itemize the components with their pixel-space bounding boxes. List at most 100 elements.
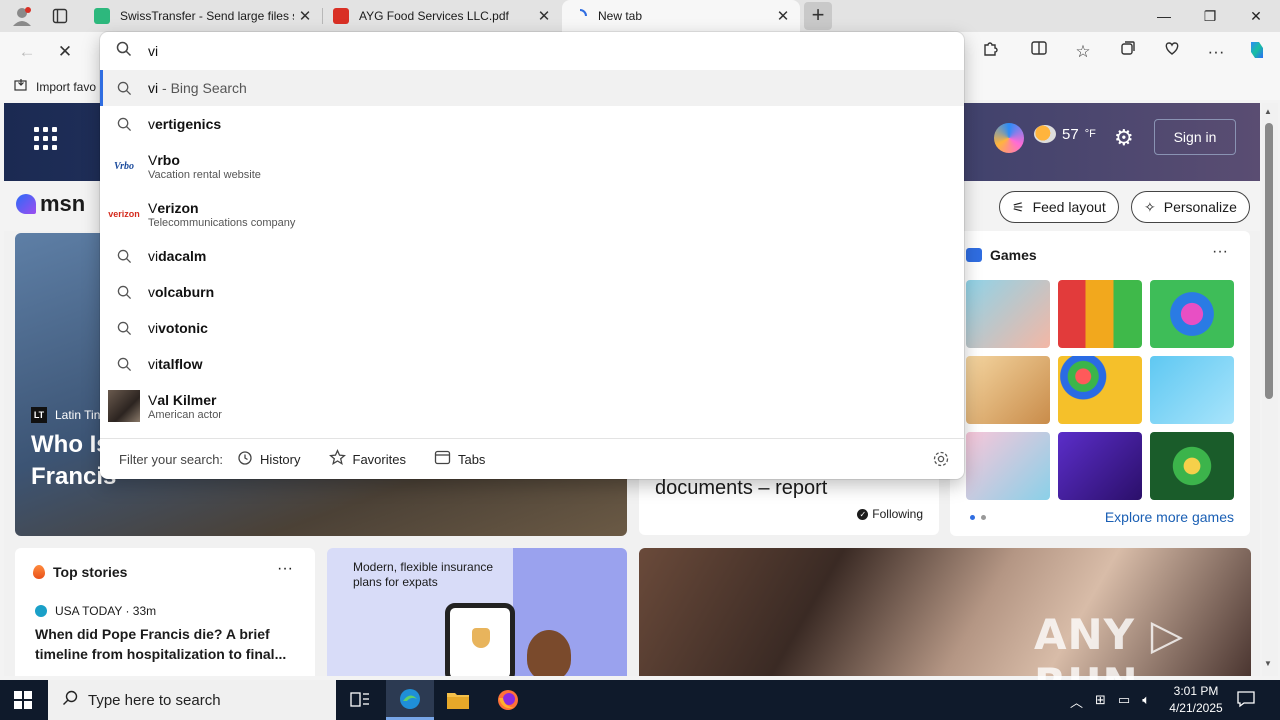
phone-illustration bbox=[445, 603, 515, 676]
taskbar-search-placeholder: Type here to search bbox=[88, 691, 221, 709]
game-tile[interactable] bbox=[1150, 356, 1234, 424]
maximize-button[interactable]: ❐ bbox=[1187, 0, 1233, 32]
profile-icon[interactable] bbox=[10, 4, 34, 28]
taskbar-clock[interactable]: 3:01 PM 4/21/2025 bbox=[1168, 683, 1224, 717]
back-button[interactable]: ← bbox=[12, 38, 42, 66]
firefox-icon[interactable] bbox=[484, 680, 532, 720]
scroll-up-icon[interactable]: ▲ bbox=[1264, 107, 1272, 116]
game-tile[interactable] bbox=[1058, 356, 1142, 424]
filter-tabs-label: Tabs bbox=[457, 451, 486, 467]
suggestion-completion: rbo bbox=[157, 151, 180, 168]
search-settings-gear-icon[interactable] bbox=[932, 450, 950, 471]
extensions-icon[interactable] bbox=[976, 38, 1006, 66]
game-tile[interactable] bbox=[1058, 280, 1142, 348]
game-tile[interactable] bbox=[1150, 280, 1234, 348]
games-more-icon[interactable]: ··· bbox=[1212, 243, 1228, 261]
settings-more-icon[interactable]: ··· bbox=[1201, 38, 1231, 66]
browser-essentials-icon[interactable] bbox=[1157, 38, 1187, 66]
games-grid bbox=[966, 280, 1234, 500]
filter-tabs-button[interactable]: Tabs bbox=[434, 450, 485, 468]
network-icon[interactable]: ▭ bbox=[1118, 692, 1130, 711]
star-icon bbox=[328, 449, 346, 469]
filter-history-button[interactable]: History bbox=[237, 450, 301, 469]
hero-source-name: Latin Tin bbox=[55, 408, 101, 422]
suggestion-completion: dacalm bbox=[158, 248, 207, 264]
tab-ayg-pdf[interactable]: AYG Food Services LLC.pdf ✕ bbox=[323, 0, 561, 32]
game-tile[interactable] bbox=[1058, 432, 1142, 500]
split-screen-icon[interactable] bbox=[1024, 38, 1054, 66]
weather-widget[interactable]: 57 °F bbox=[1034, 125, 1096, 143]
edge-taskbar-icon[interactable] bbox=[386, 680, 434, 720]
search-icon bbox=[100, 285, 148, 300]
suggestion-vivotonic[interactable]: vivotonic bbox=[100, 310, 964, 346]
task-view-icon[interactable] bbox=[336, 680, 384, 720]
ad-text: Modern, flexible insurance plans for exp… bbox=[353, 560, 494, 589]
close-window-button[interactable]: ✕ bbox=[1233, 0, 1279, 32]
tab-swisstransfer[interactable]: SwissTransfer - Send large files se ✕ bbox=[84, 0, 322, 32]
suggestion-typed: V bbox=[148, 391, 158, 408]
tab-close-icon[interactable]: ✕ bbox=[294, 7, 316, 25]
feed-layout-label: Feed layout bbox=[1032, 199, 1106, 215]
scroll-down-icon[interactable]: ▼ bbox=[1264, 659, 1272, 668]
suggestion-verizon[interactable]: verizon Verizon Telecommunications compan… bbox=[100, 190, 964, 238]
top-stories-header: Top stories bbox=[33, 564, 127, 580]
app-launcher-icon[interactable] bbox=[34, 127, 58, 151]
taskbar-search-box[interactable]: Type here to search bbox=[48, 680, 336, 720]
tab-close-icon[interactable]: ✕ bbox=[533, 7, 555, 25]
games-widget: Games ··· Explore more games bbox=[950, 231, 1250, 536]
personalize-button[interactable]: ✧ Personalize bbox=[1131, 191, 1250, 223]
game-tile[interactable] bbox=[966, 432, 1050, 500]
insurance-ad-card[interactable]: Modern, flexible insurance plans for exp… bbox=[327, 548, 627, 676]
filter-favorites-button[interactable]: Favorites bbox=[328, 449, 406, 469]
shield-icon bbox=[472, 628, 490, 648]
suggestion-vitalflow[interactable]: vitalflow bbox=[100, 346, 964, 382]
suggestion-vertigenics[interactable]: vertigenics bbox=[100, 106, 964, 142]
address-bar[interactable] bbox=[100, 32, 964, 70]
story-headline[interactable]: When did Pope Francis die? A brief timel… bbox=[35, 624, 295, 664]
tab-actions-icon[interactable] bbox=[48, 4, 72, 28]
favorites-star-icon[interactable]: ☆ bbox=[1068, 38, 1098, 66]
copilot-icon[interactable] bbox=[1242, 38, 1272, 66]
games-icon bbox=[966, 248, 982, 262]
volume-icon[interactable]: 🔈︎ bbox=[1142, 692, 1150, 711]
file-explorer-icon[interactable] bbox=[434, 680, 482, 720]
game-tile[interactable] bbox=[966, 280, 1050, 348]
address-bar-dropdown: vi - Bing Search vertigenics Vrbo VrboVa… bbox=[100, 32, 964, 479]
page-settings-gear-icon[interactable]: ⚙ bbox=[1114, 125, 1134, 151]
suggestion-vidacalm[interactable]: vidacalm bbox=[100, 238, 964, 274]
top-stories-title: Top stories bbox=[53, 564, 128, 580]
import-favorites-button[interactable]: Import favo bbox=[14, 78, 96, 95]
sign-in-button[interactable]: Sign in bbox=[1154, 119, 1236, 155]
game-tile[interactable] bbox=[966, 356, 1050, 424]
scrollbar-thumb[interactable] bbox=[1265, 123, 1273, 399]
suggestion-typed: v bbox=[148, 116, 155, 132]
msn-logo[interactable]: msn bbox=[16, 191, 85, 217]
feed-layout-button[interactable]: ⚟ Feed layout bbox=[999, 191, 1119, 223]
filter-label: Filter your search: bbox=[119, 451, 224, 467]
following-button[interactable]: ✓ Following bbox=[857, 507, 923, 521]
stop-loading-button[interactable]: ✕ bbox=[50, 38, 80, 66]
minimize-button[interactable]: — bbox=[1141, 0, 1187, 32]
suggestion-volcaburn[interactable]: volcaburn bbox=[100, 274, 964, 310]
page-scrollbar[interactable]: ▲ ▼ bbox=[1262, 103, 1278, 676]
tray-chevron-up-icon[interactable]: ︿ bbox=[1070, 692, 1083, 711]
carousel-dots[interactable] bbox=[970, 515, 986, 520]
top-stories-more-icon[interactable]: ··· bbox=[277, 560, 293, 578]
suggestion-bing-search[interactable]: vi - Bing Search bbox=[100, 70, 964, 106]
clock-time: 3:01 PM bbox=[1173, 684, 1219, 698]
new-tab-button[interactable]: + bbox=[804, 2, 832, 30]
tab-close-icon[interactable]: ✕ bbox=[772, 7, 794, 25]
pdf-favicon-icon bbox=[333, 8, 349, 24]
game-tile[interactable] bbox=[1150, 432, 1234, 500]
rewards-badge-icon[interactable] bbox=[994, 123, 1024, 153]
windows-start-icon[interactable] bbox=[14, 691, 32, 709]
tab-new-tab[interactable]: New tab ✕ bbox=[562, 0, 800, 32]
address-input[interactable] bbox=[148, 43, 848, 59]
collections-icon[interactable] bbox=[1113, 38, 1143, 66]
history-icon bbox=[237, 450, 253, 469]
explore-more-games-link[interactable]: Explore more games bbox=[1105, 509, 1234, 525]
tray-device-icon[interactable]: ⊞ bbox=[1095, 692, 1106, 711]
suggestion-val-kilmer[interactable]: Val Kilmer American actor bbox=[100, 382, 964, 430]
notifications-icon[interactable] bbox=[1236, 690, 1258, 710]
suggestion-vrbo[interactable]: Vrbo Vrbo Vacation rental website bbox=[100, 142, 964, 190]
